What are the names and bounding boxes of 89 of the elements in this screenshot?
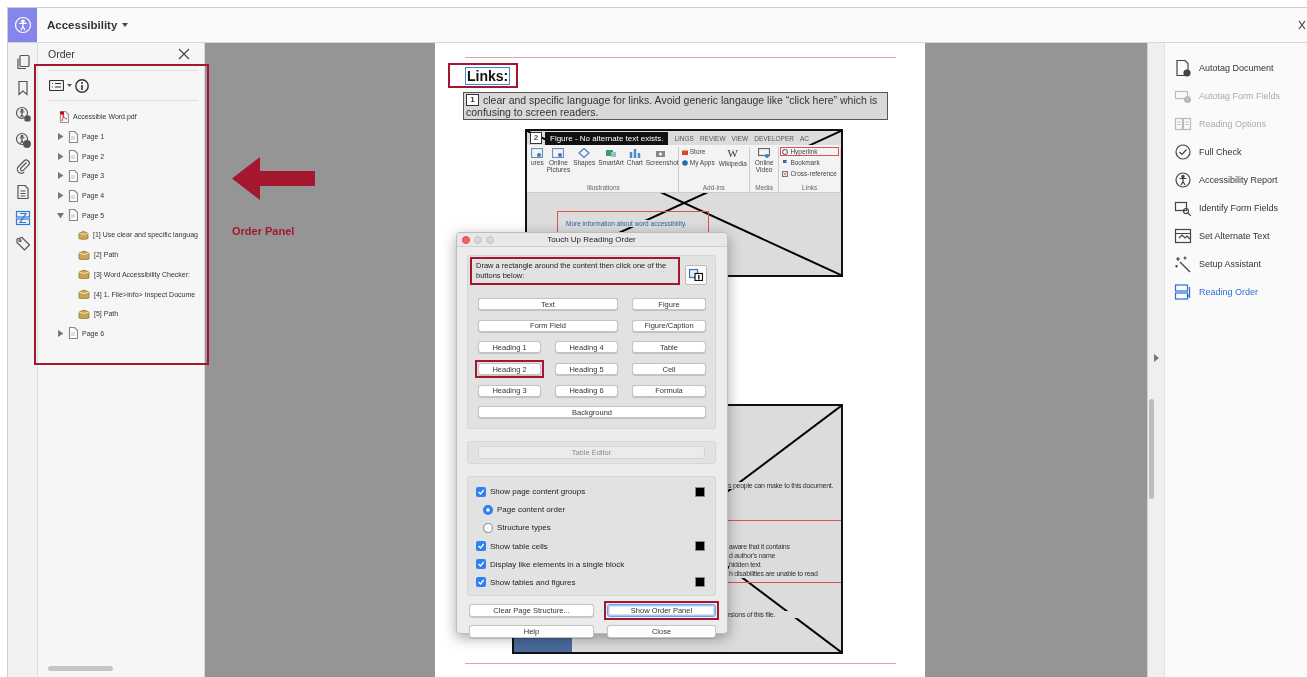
disclosure-triangle-icon[interactable] (57, 172, 64, 180)
caret-icon[interactable] (67, 84, 72, 87)
picture-icon (531, 148, 544, 158)
document-icon[interactable] (14, 184, 31, 200)
tooltip: Figure - No alternate text exists. (545, 131, 669, 145)
list-options-icon[interactable] (49, 80, 64, 91)
color-swatch[interactable] (695, 541, 705, 552)
disclosure-triangle-icon[interactable] (57, 152, 64, 160)
dialog-title: Touch Up Reading Order (546, 235, 637, 244)
page-icon (68, 209, 78, 222)
checkbox[interactable] (476, 559, 486, 570)
pages-icon[interactable] (14, 54, 31, 70)
checkbox[interactable] (476, 541, 486, 552)
color-swatch[interactable] (695, 486, 705, 497)
accessibility-icon (13, 16, 32, 34)
close-icon[interactable] (178, 47, 190, 60)
checkmark-circle-icon (1174, 143, 1192, 161)
tool-item[interactable]: Autotag Document (1165, 54, 1307, 82)
option-label: Structure types (497, 523, 551, 533)
cross-reference-icon (782, 170, 789, 177)
heading: Links: (465, 67, 511, 85)
page-icon (68, 189, 78, 202)
close-icon[interactable] (1298, 20, 1306, 30)
globe-icon (782, 148, 789, 155)
shapes-icon (578, 148, 591, 158)
tool-item[interactable]: Set Alternate Text (1165, 222, 1307, 250)
checkbox[interactable] (476, 577, 486, 588)
disclosure-triangle-icon[interactable] (57, 329, 64, 337)
scrollbar[interactable] (1149, 399, 1154, 499)
document-tag-icon (1174, 59, 1192, 77)
columns-icon (1174, 115, 1192, 133)
option-label: Show page content groups (490, 487, 586, 497)
tool-item[interactable]: Full Check (1165, 138, 1307, 166)
tool-item[interactable]: Reading Order (1165, 278, 1307, 306)
form-search-icon (1174, 199, 1192, 217)
box-icon (78, 229, 89, 240)
radio-button[interactable] (483, 522, 493, 533)
wikipedia-logo: W (727, 148, 738, 159)
image-frame-icon (1174, 227, 1192, 245)
close-button[interactable] (462, 235, 470, 244)
page-icon (68, 130, 78, 143)
order-number: 1 (466, 94, 479, 106)
tag-icon[interactable] (14, 236, 31, 252)
smartart-icon (605, 148, 617, 158)
caret-icon (122, 23, 129, 27)
tool-item[interactable]: Accessibility Report (1165, 166, 1307, 194)
chart-icon (628, 148, 641, 158)
reading-order-button[interactable] (685, 265, 707, 285)
tools-button[interactable] (8, 8, 37, 42)
disclosure-triangle-icon[interactable] (57, 192, 64, 200)
disclosure-triangle-icon[interactable] (57, 133, 64, 141)
info-icon[interactable] (75, 78, 89, 93)
accessibility-check-icon[interactable] (14, 132, 31, 148)
box-icon (78, 308, 90, 319)
paragraph: 1 clear and specific language for links. Avoid generic langauge like “click here” which is confusing to screen readers. (463, 92, 888, 120)
page-icon (68, 327, 78, 340)
annotation-label: Order Panel (232, 225, 296, 237)
reading-order-icon[interactable] (14, 210, 31, 226)
box-icon (78, 249, 90, 260)
disclosure-triangle-icon[interactable] (57, 211, 64, 219)
page-icon (68, 169, 78, 182)
box-icon (78, 289, 90, 300)
option-label: Page content order (497, 505, 566, 515)
option-label: Display like elements in a single block (490, 559, 625, 569)
pdf-file-icon (59, 110, 69, 123)
tool-item[interactable]: Setup Assistant (1165, 250, 1307, 278)
reading-order-icon (1174, 283, 1192, 301)
option-label: Show table cells (490, 541, 548, 551)
checkbox[interactable] (476, 486, 486, 497)
color-swatch[interactable] (695, 577, 705, 588)
page-icon (68, 150, 78, 163)
camera-icon (654, 148, 667, 158)
picture-icon (552, 148, 565, 158)
magic-wand-icon (1174, 255, 1192, 273)
accessibility-tag-icon[interactable] (14, 106, 31, 122)
paperclip-icon[interactable] (14, 158, 31, 174)
order-number: 2 (530, 132, 542, 144)
flag-icon (782, 159, 789, 166)
tool-item[interactable]: Identify Form Fields (1165, 194, 1307, 222)
radio-button[interactable] (483, 504, 493, 515)
video-icon (758, 148, 771, 158)
reading-order-icon (689, 269, 704, 281)
box-icon (78, 269, 90, 280)
scrollbar[interactable] (48, 666, 113, 671)
tool-menu[interactable]: Accessibility (47, 17, 129, 33)
accessibility-icon (1174, 171, 1192, 189)
panel-title: Order (48, 47, 75, 60)
option-label: Show tables and figures (490, 577, 576, 587)
panel-toggle-icon[interactable] (1153, 354, 1159, 362)
